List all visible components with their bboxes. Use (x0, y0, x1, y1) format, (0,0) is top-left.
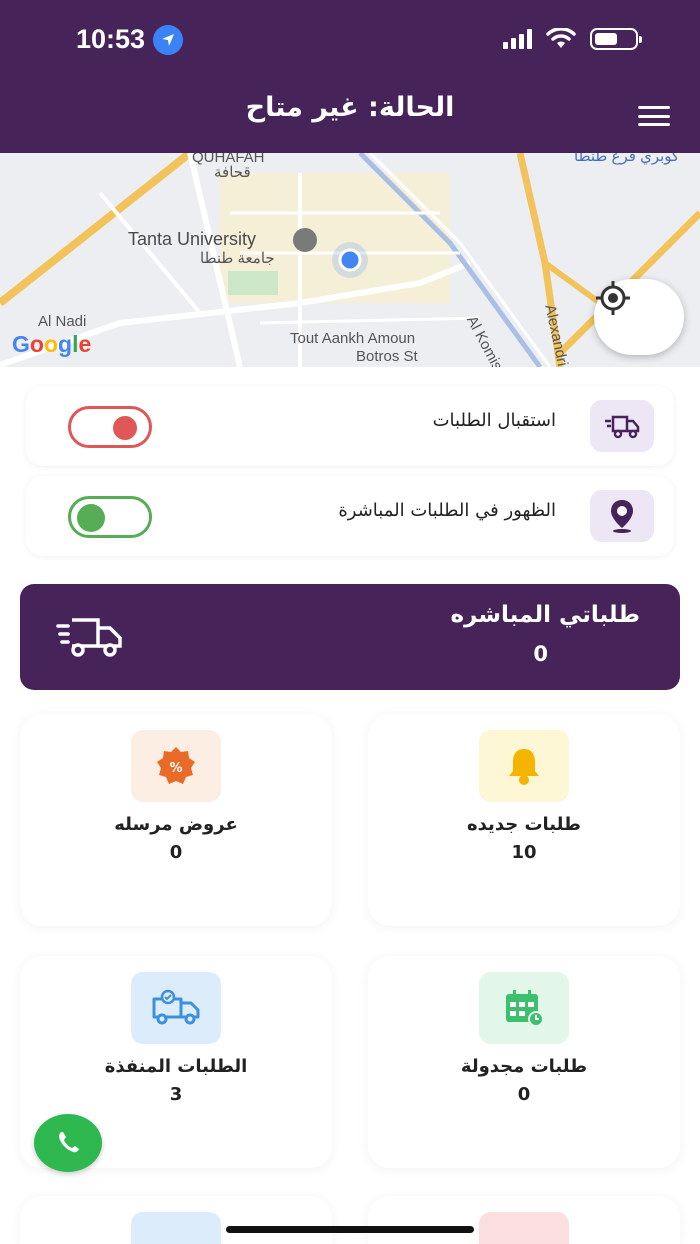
whatsapp-button[interactable] (34, 1114, 102, 1172)
sent-offers-card[interactable]: % عروض مرسله 0 (20, 714, 332, 926)
wifi-icon (546, 28, 576, 48)
menu-icon[interactable] (638, 106, 670, 126)
completed-orders-label: الطلبات المنفذة (104, 1056, 248, 1077)
show-in-direct-orders-toggle[interactable] (68, 496, 152, 538)
svg-text:%: % (169, 761, 182, 776)
new-orders-count: 10 (511, 842, 537, 863)
crosshair-icon (596, 281, 630, 315)
partial-card-icon (479, 1212, 569, 1244)
fast-truck-icon (56, 612, 126, 664)
sent-offers-count: 0 (169, 842, 183, 863)
sent-offers-label: عروض مرسله (114, 814, 238, 835)
new-orders-label: طلبات جديده (467, 814, 581, 835)
new-orders-card[interactable]: طلبات جديده 10 (368, 714, 680, 926)
bell-icon (479, 730, 569, 802)
receive-orders-toggle[interactable] (68, 406, 152, 448)
banner-count: 0 (533, 642, 548, 666)
calendar-icon (479, 972, 569, 1044)
next-card-left[interactable] (20, 1196, 332, 1244)
app-header: 10:53 الحالة: غير متاح (0, 0, 700, 153)
map-label-top-right: كوبري فرع طنطا (574, 153, 680, 165)
map-label-tanta-university-ar: جامعة طنطا (200, 250, 275, 267)
status-bar-time: 10:53 (76, 24, 184, 55)
cellular-signal-icon (503, 29, 532, 49)
battery-icon (590, 28, 642, 50)
receive-orders-row: استقبال الطلبات (26, 386, 674, 466)
receive-orders-label: استقبال الطلبات (432, 410, 556, 431)
location-pin-icon (590, 490, 654, 542)
show-in-direct-orders-row: الظهور في الطلبات المباشرة (26, 476, 674, 556)
home-indicator (226, 1226, 474, 1233)
map-label-al-nadi: Al Nadi (38, 313, 87, 330)
google-logo: Google (12, 331, 92, 357)
scheduled-orders-count: 0 (517, 1084, 531, 1105)
location-arrow-icon (153, 24, 184, 55)
banner-title: طلباتي المباشره (450, 602, 640, 628)
next-card-right[interactable] (368, 1196, 680, 1244)
completed-orders-count: 3 (169, 1084, 183, 1105)
truck-icon (590, 400, 654, 452)
my-location-button[interactable] (594, 279, 684, 355)
my-direct-orders-banner[interactable]: طلباتي المباشره 0 (20, 584, 680, 690)
time-text: 10:53 (76, 24, 146, 54)
scheduled-orders-card[interactable]: طلبات مجدولة 0 (368, 956, 680, 1168)
partial-card-icon (131, 1212, 221, 1244)
discount-badge-icon: % (131, 730, 221, 802)
map-label-botros: Botros St (356, 348, 418, 365)
show-in-direct-orders-label: الظهور في الطلبات المباشرة (338, 500, 556, 521)
map-label-tout: Tout Aankh Amoun (290, 330, 416, 347)
status-bar-icons (503, 28, 642, 50)
scheduled-orders-label: طلبات مجدولة (460, 1056, 588, 1077)
map-label-tanta-university: Tanta University (128, 229, 257, 249)
map-label-quhafah-ar: قحافة (214, 164, 251, 181)
delivery-truck-icon (131, 972, 221, 1044)
map-view[interactable]: QUHAFAH قحافة Tanta University جامعة طنط… (0, 153, 700, 367)
whatsapp-icon (59, 1132, 79, 1153)
page-title: الحالة: غير متاح (245, 92, 455, 123)
